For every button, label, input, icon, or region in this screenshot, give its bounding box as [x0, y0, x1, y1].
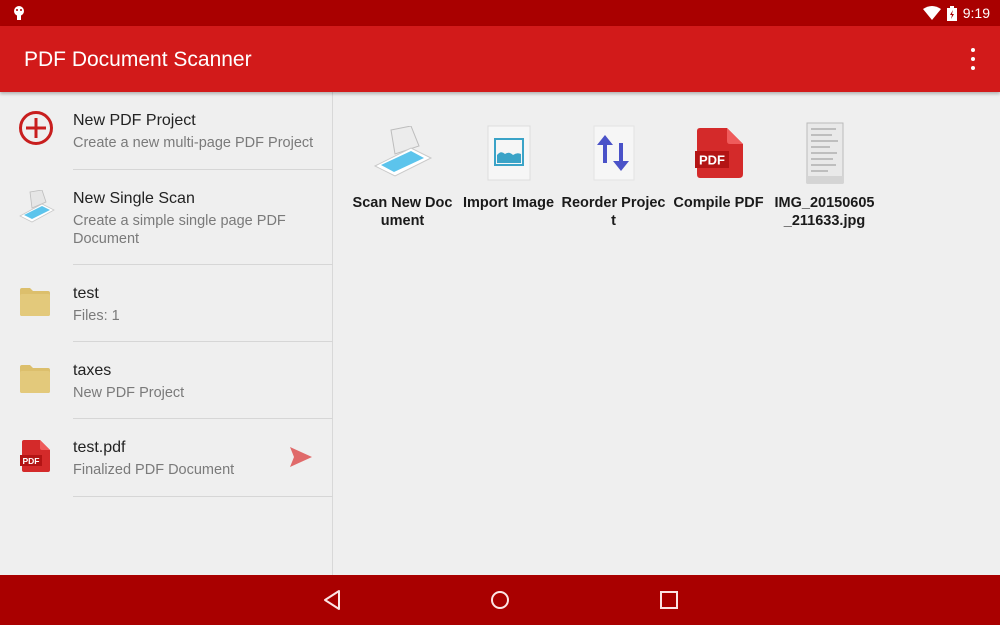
folder-icon: [20, 288, 50, 316]
compile-pdf-button[interactable]: PDF Compile PDF: [666, 122, 771, 212]
android-debug-icon: [14, 6, 24, 20]
more-vert-icon[interactable]: [968, 48, 978, 70]
recents-icon[interactable]: [657, 588, 681, 612]
item-subtitle: Create a new multi-page PDF Project: [73, 135, 314, 151]
item-title: test.pdf: [73, 439, 126, 456]
import-image-button[interactable]: Import Image: [456, 122, 561, 212]
list-item-new-single-scan[interactable]: New Single Scan Create a simple single p…: [0, 170, 333, 265]
item-title: New PDF Project: [73, 112, 196, 129]
list-item-folder[interactable]: taxes New PDF Project: [0, 342, 333, 419]
pdf-file-icon: PDF: [20, 440, 50, 472]
add-circle-icon: [19, 111, 53, 145]
scan-new-document-button[interactable]: Scan New Document: [350, 122, 455, 230]
back-icon[interactable]: [320, 588, 344, 612]
svg-text:PDF: PDF: [23, 456, 40, 466]
scanner-icon: [373, 126, 432, 177]
project-content: Scan New Document Import Image Reorder P…: [334, 92, 1000, 575]
item-subtitle: New PDF Project: [73, 385, 185, 401]
pdf-file-icon: PDF: [694, 128, 743, 178]
folder-icon: [20, 365, 50, 393]
send-icon[interactable]: [289, 446, 313, 468]
item-title: test: [73, 285, 99, 302]
wifi-icon: [922, 6, 941, 20]
scanner-icon: [19, 190, 55, 223]
list-item-pdf[interactable]: PDF test.pdf Finalized PDF Document: [0, 419, 333, 497]
image-icon: [487, 125, 530, 181]
divider: [73, 496, 333, 497]
list-item-folder[interactable]: test Files: 1: [0, 265, 333, 342]
reorder-arrows-icon: [593, 125, 634, 181]
item-subtitle: Finalized PDF Document: [73, 462, 235, 478]
status-time: 9:19: [962, 5, 990, 21]
status-bar: 9:19: [0, 0, 1000, 26]
item-subtitle: Files: 1: [73, 308, 120, 324]
navigation-bar: [0, 575, 1000, 625]
item-subtitle: Create a simple single page PDF Document: [73, 213, 286, 247]
item-title: New Single Scan: [73, 190, 195, 207]
status-icons: 9:19: [922, 0, 990, 26]
home-icon[interactable]: [488, 588, 512, 612]
svg-text:PDF: PDF: [699, 153, 725, 168]
tile-label: Scan New Document: [352, 195, 453, 229]
tile-label: IMG_20150605_211633.jpg: [774, 195, 875, 229]
project-list: New PDF Project Create a new multi-page …: [0, 92, 333, 575]
tile-label: Reorder Project: [561, 195, 666, 229]
battery-charging-icon: [946, 5, 957, 21]
tile-label: Import Image: [462, 195, 555, 211]
reorder-project-button[interactable]: Reorder Project: [561, 122, 666, 230]
image-file-tile[interactable]: IMG_20150605_211633.jpg: [772, 122, 877, 230]
item-title: taxes: [73, 362, 112, 379]
list-item-new-pdf-project[interactable]: New PDF Project Create a new multi-page …: [0, 92, 333, 170]
image-thumbnail: [806, 122, 843, 184]
tile-label: Compile PDF: [673, 195, 764, 211]
app-bar: PDF Document Scanner: [0, 26, 1000, 92]
app-title: PDF Document Scanner: [24, 48, 252, 71]
